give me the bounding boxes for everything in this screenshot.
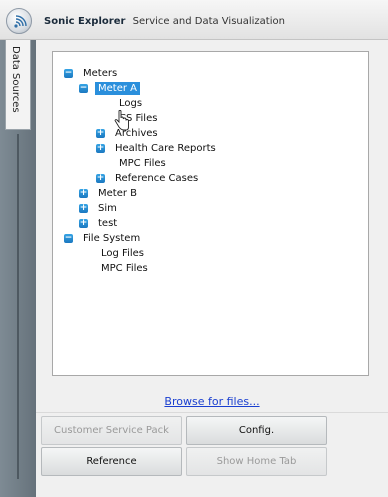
tree-node-label: test <box>98 218 118 229</box>
title-bar: Sonic Explorer Service and Data Visualiz… <box>0 0 388 40</box>
expand-icon[interactable]: + <box>96 174 105 183</box>
tree-node-mpc-files[interactable]: MPC Files <box>116 156 169 171</box>
tree-node-label: Health Care Reports <box>115 143 216 154</box>
signal-waves-icon[interactable] <box>6 8 32 34</box>
browse-for-files-link[interactable]: Browse for files... <box>36 395 388 408</box>
collapse-icon[interactable]: − <box>64 69 73 78</box>
tree-node-label: MPC Files <box>119 158 166 169</box>
tree-node-health-care-reports[interactable]: + Health Care Reports <box>96 141 219 156</box>
tree-node-reference-cases[interactable]: + Reference Cases <box>96 171 201 186</box>
tree-node-meter-b[interactable]: + Meter B <box>79 186 140 201</box>
expand-icon[interactable]: + <box>79 204 88 213</box>
tree-node-log-files[interactable]: Log Files <box>98 246 147 261</box>
reference-button[interactable]: Reference <box>41 447 182 476</box>
customer-service-pack-button[interactable]: Customer Service Pack <box>41 416 182 445</box>
window-title: Sonic Explorer Service and Data Visualiz… <box>44 16 285 27</box>
tree-node-label: Reference Cases <box>115 173 199 184</box>
tree-node-label: MPC Files <box>101 263 148 274</box>
app-subtitle: Service and Data Visualization <box>132 16 285 27</box>
tab-data-sources[interactable]: Data Sources <box>5 40 31 130</box>
tree-node-logs[interactable]: Logs <box>116 96 145 111</box>
divider <box>36 412 388 413</box>
tree-node-meter-a[interactable]: − Meter A <box>79 81 140 96</box>
tree-node-meters[interactable]: − Meters <box>64 66 120 81</box>
tree-node-label: Meters <box>83 68 118 79</box>
tree-node-label: Meter A <box>95 82 140 95</box>
tree-node-test[interactable]: + test <box>79 216 120 231</box>
data-source-tree[interactable]: − Meters − Meter A Logs CS Files + Archi… <box>52 51 369 376</box>
expand-icon[interactable]: + <box>79 189 88 198</box>
tree-node-file-system[interactable]: − File System <box>64 231 143 246</box>
hand-pointer-icon <box>114 110 129 131</box>
config-button[interactable]: Config. <box>186 416 327 445</box>
collapse-icon[interactable]: − <box>64 234 73 243</box>
show-home-tab-button[interactable]: Show Home Tab <box>186 447 327 476</box>
side-strip: Data Sources <box>0 40 36 497</box>
expand-icon[interactable]: + <box>79 219 88 228</box>
tree-node-label: Log Files <box>101 248 144 259</box>
tab-data-sources-label: Data Sources <box>10 46 21 113</box>
tree-node-label: File System <box>83 233 141 244</box>
tree-node-label: Logs <box>119 98 143 109</box>
app-name: Sonic Explorer <box>44 16 126 27</box>
tree-node-label: Meter B <box>98 188 138 199</box>
tree-node-fs-mpc-files[interactable]: MPC Files <box>98 261 151 276</box>
expand-icon[interactable]: + <box>96 129 105 138</box>
main-panel: − Meters − Meter A Logs CS Files + Archi… <box>36 40 388 497</box>
strip-divider <box>17 134 19 479</box>
expand-icon[interactable]: + <box>96 144 105 153</box>
collapse-icon[interactable]: − <box>79 84 88 93</box>
tree-node-sim[interactable]: + Sim <box>79 201 120 216</box>
tree-node-label: Sim <box>98 203 117 214</box>
